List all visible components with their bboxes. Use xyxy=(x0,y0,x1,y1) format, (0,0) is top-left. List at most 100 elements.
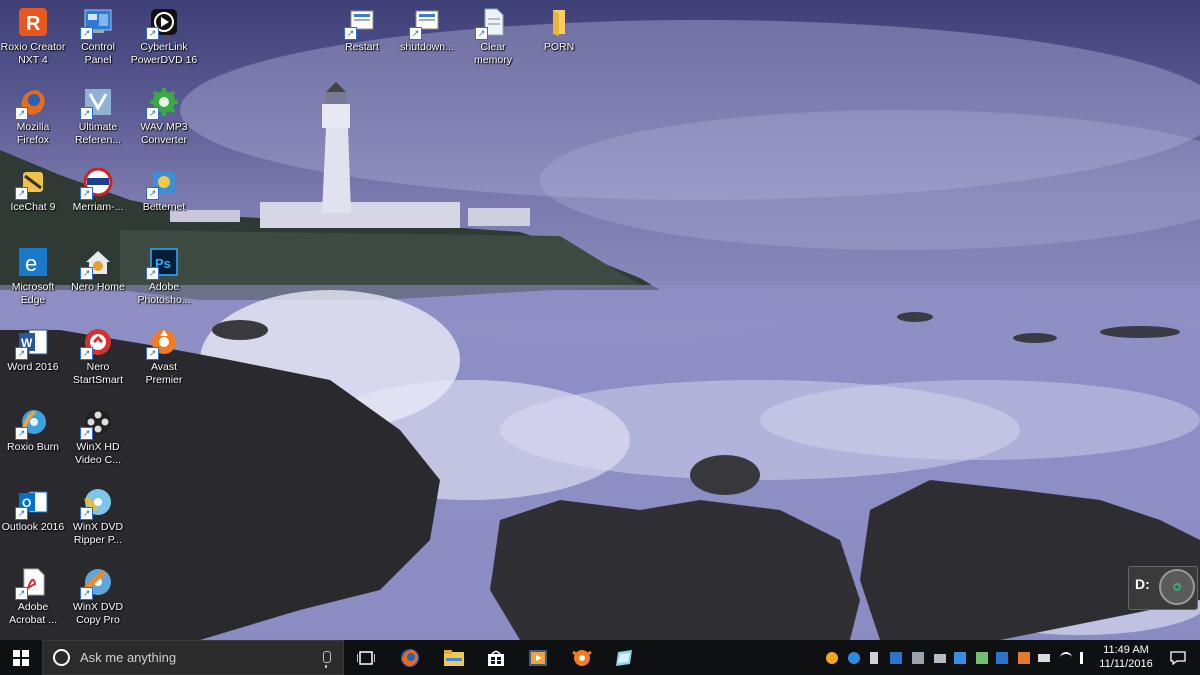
start-button[interactable] xyxy=(0,640,42,675)
betternet-icon: ↗ xyxy=(146,166,180,200)
winx-dvd-ripper-icon: ↗ xyxy=(80,486,114,520)
icon-label: WinX HD Video C... xyxy=(75,441,121,466)
wav-mp3-converter-icon: ↗ xyxy=(146,86,180,120)
icon-label: PORN xyxy=(543,41,575,53)
icechat-shortcut[interactable]: ↗ IceChat 9 xyxy=(0,166,68,214)
icon-label: Outlook 2016 xyxy=(1,521,65,533)
tray-network-app-icon[interactable] xyxy=(848,652,860,664)
volume-icon[interactable] xyxy=(1080,652,1095,664)
ultimate-reference-shortcut[interactable]: ↗ Ultimate Referen... xyxy=(63,86,133,147)
taskbar-media-player[interactable] xyxy=(518,640,558,675)
firefox-shortcut[interactable]: ↗ Mozilla Firefox xyxy=(0,86,68,147)
icon-label: Mozilla Firefox xyxy=(16,121,50,146)
nero-home-shortcut[interactable]: ↗ Nero Home xyxy=(63,246,133,294)
wav-mp3-converter-shortcut[interactable]: ↗ WAV MP3 Converter xyxy=(129,86,199,147)
firefox-icon xyxy=(401,648,419,667)
winx-hd-video-icon: ↗ xyxy=(80,406,114,440)
usb-icon[interactable] xyxy=(870,652,878,664)
search-placeholder: Ask me anything xyxy=(80,650,177,665)
roxio-burn-shortcut[interactable]: ↗ Roxio Burn xyxy=(0,406,68,454)
clear-memory-shortcut[interactable]: ↗ Clear memory xyxy=(458,6,528,67)
store-icon xyxy=(488,650,504,666)
acrobat-shortcut[interactable]: ↗ Adobe Acrobat ... xyxy=(0,566,68,627)
winx-dvd-ripper-shortcut[interactable]: ↗ WinX DVD Ripper P... xyxy=(63,486,133,547)
search-box[interactable]: Ask me anything xyxy=(42,640,344,675)
ultimate-reference-icon: ↗ xyxy=(80,86,114,120)
nero-startsmart-shortcut[interactable]: ↗ Nero StartSmart xyxy=(63,326,133,387)
microphone-icon[interactable] xyxy=(323,651,331,668)
control-panel-icon: ↗ xyxy=(80,6,114,40)
task-view-icon xyxy=(357,650,375,665)
porn-folder[interactable]: PORN xyxy=(524,6,594,54)
tray-monitor-icon[interactable] xyxy=(890,652,902,664)
icon-label: Roxio Creator NXT 4 xyxy=(0,41,66,66)
tray-app-icon[interactable] xyxy=(976,652,988,664)
outlook-shortcut[interactable]: O ↗ Outlook 2016 xyxy=(0,486,68,534)
shutdown-shortcut[interactable]: ↗ shutdown... xyxy=(392,6,462,54)
photoshop-shortcut[interactable]: Ps ↗ Adobe Photosho... xyxy=(129,246,199,307)
task-view-button[interactable] xyxy=(346,640,386,675)
icon-label: Ultimate Referen... xyxy=(74,121,122,146)
icon-label: shutdown... xyxy=(400,41,454,53)
drive-d-widget[interactable]: D: xyxy=(1128,566,1198,610)
clock-time: 11:49 AM xyxy=(1103,644,1149,656)
avast-shortcut[interactable]: ↗ Avast Premier xyxy=(129,326,199,387)
word-shortcut[interactable]: W ↗ Word 2016 xyxy=(0,326,68,374)
icon-label: WinX DVD Copy Pro xyxy=(72,601,124,626)
powerdvd-shortcut[interactable]: ↗ CyberLink PowerDVD 16 xyxy=(129,6,199,67)
media-player-icon xyxy=(529,649,547,666)
firefox-icon: ↗ xyxy=(15,86,49,120)
betternet-shortcut[interactable]: ↗ Betternet xyxy=(129,166,199,214)
clock[interactable]: 11:49 AM 11/11/2016 xyxy=(1095,643,1157,671)
icon-label: Nero StartSmart xyxy=(72,361,124,386)
action-center-button[interactable] xyxy=(1158,640,1198,675)
icon-label: CyberLink PowerDVD 16 xyxy=(130,41,198,66)
taskbar-file-explorer[interactable] xyxy=(434,640,474,675)
restart-shortcut[interactable]: ↗ Restart xyxy=(327,6,397,54)
control-panel-shortcut[interactable]: ↗ Control Panel xyxy=(63,6,133,67)
merriam-webster-shortcut[interactable]: ↗ Merriam-... xyxy=(63,166,133,214)
icon-label: Roxio Burn xyxy=(7,441,59,453)
winx-dvd-copy-icon: ↗ xyxy=(80,566,114,600)
svg-text:R: R xyxy=(26,13,41,35)
windows-logo-icon xyxy=(13,649,29,666)
tray-printer-icon[interactable] xyxy=(934,654,946,663)
avast-icon xyxy=(572,649,592,666)
battery-icon[interactable] xyxy=(1038,654,1050,662)
merriam-webster-icon: ↗ xyxy=(80,166,114,200)
wifi-icon[interactable] xyxy=(1060,652,1072,666)
taskbar-firefox[interactable] xyxy=(390,640,430,675)
malwarebytes-icon[interactable] xyxy=(996,652,1008,664)
restart-shortcut-icon: ↗ xyxy=(344,6,378,40)
nero-startsmart-icon: ↗ xyxy=(80,326,114,360)
tray-display-icon[interactable] xyxy=(912,652,924,664)
icon-label: Restart xyxy=(345,41,379,53)
taskbar-avast[interactable] xyxy=(562,640,602,675)
taskbar-store[interactable] xyxy=(476,640,516,675)
taskbar: Ask me anything 11:49 AM 11/11/2016 xyxy=(0,640,1200,675)
tray-app-icon[interactable] xyxy=(826,652,838,664)
notification-icon xyxy=(1170,650,1186,665)
icon-label: WinX DVD Ripper P... xyxy=(72,521,124,546)
icon-label: Avast Premier xyxy=(145,361,183,386)
taskbar-app[interactable] xyxy=(604,640,644,675)
winx-dvd-copy-shortcut[interactable]: ↗ WinX DVD Copy Pro xyxy=(63,566,133,627)
roxio-creator-icon: R xyxy=(17,6,49,38)
clock-date: 11/11/2016 xyxy=(1099,658,1153,670)
folder-icon xyxy=(543,6,575,38)
edge-shortcut[interactable]: e Microsoft Edge xyxy=(0,246,68,307)
icon-label: Word 2016 xyxy=(7,361,59,373)
acrobat-icon: ↗ xyxy=(15,566,49,600)
clear-memory-icon: ↗ xyxy=(475,6,509,40)
icon-label: Nero Home xyxy=(71,281,125,293)
drive-label: D: xyxy=(1135,576,1150,592)
icon-label: Adobe Photosho... xyxy=(137,281,191,306)
icon-label: Clear memory xyxy=(474,41,512,66)
tray-security-icon[interactable] xyxy=(1018,652,1030,664)
edge-icon: e xyxy=(17,246,49,278)
nero-home-icon: ↗ xyxy=(80,246,114,280)
roxio-creator-shortcut[interactable]: R Roxio Creator NXT 4 xyxy=(0,6,68,67)
icechat-icon: ↗ xyxy=(15,166,49,200)
tray-bluetooth-icon[interactable] xyxy=(954,652,966,664)
winx-hd-video-shortcut[interactable]: ↗ WinX HD Video C... xyxy=(63,406,133,467)
